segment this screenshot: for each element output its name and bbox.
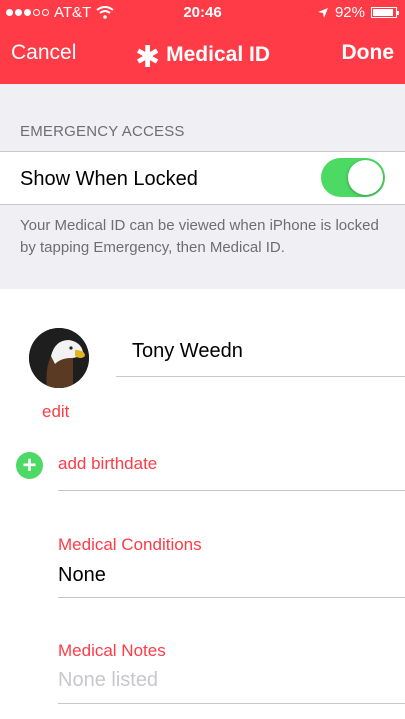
section-header: EMERGENCY ACCESS <box>20 123 185 140</box>
location-arrow-icon <box>317 7 328 18</box>
header-bar: AT&T 20:46 92% Cancel ✱ Medical ID Done <box>0 0 405 84</box>
medical-conditions-label: Medical Conditions <box>58 535 202 554</box>
battery-icon <box>371 7 399 18</box>
battery-percent: 92% <box>334 4 365 21</box>
divider <box>116 376 405 377</box>
avatar[interactable] <box>29 328 89 388</box>
status-right: 92% <box>317 4 399 21</box>
eagle-avatar-icon <box>29 328 89 388</box>
page-title-text: Medical ID <box>166 43 270 66</box>
show-when-locked-label: Show When Locked <box>20 168 198 190</box>
edit-photo-link[interactable]: edit <box>42 402 69 422</box>
asterisk-icon: ✱ <box>134 41 161 74</box>
add-birthdate-button[interactable]: add birthdate <box>58 454 157 474</box>
show-when-locked-row: Show When Locked <box>0 151 405 205</box>
status-bar: AT&T 20:46 92% <box>0 0 405 26</box>
medical-conditions-field[interactable]: None <box>58 564 106 587</box>
profile-name[interactable]: Tony Weedn <box>132 340 243 363</box>
section-footer: Your Medical ID can be viewed when iPhon… <box>20 217 379 256</box>
medical-notes-label: Medical Notes <box>58 641 166 660</box>
divider <box>58 597 405 598</box>
divider <box>58 703 405 704</box>
done-button[interactable]: Done <box>342 41 395 65</box>
toggle-knob <box>348 160 383 195</box>
show-when-locked-toggle[interactable] <box>321 158 385 197</box>
divider <box>58 490 405 491</box>
medical-notes-field[interactable]: None listed <box>58 669 158 692</box>
add-birthdate-plus-icon[interactable]: + <box>16 452 43 479</box>
